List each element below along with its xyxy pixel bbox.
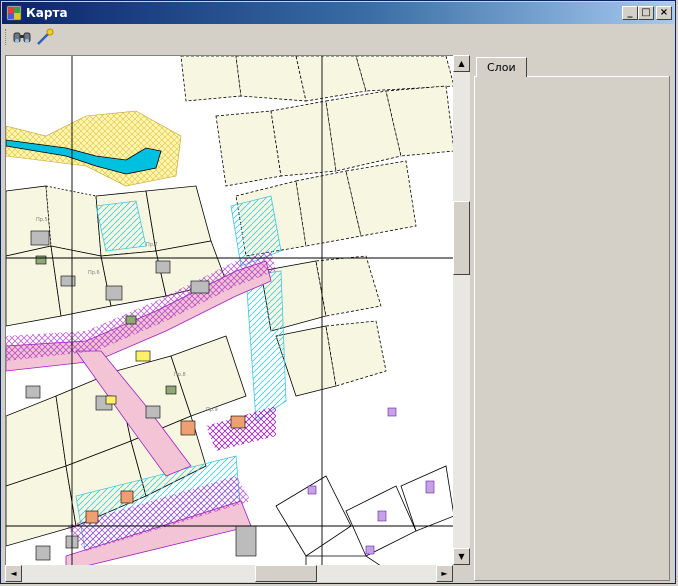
- binoculars-icon[interactable]: [12, 28, 32, 46]
- scroll-left-button[interactable]: ◄: [5, 565, 22, 582]
- parcel-label: Пр.9: [206, 407, 218, 413]
- parcel-label: Пр.7: [146, 242, 158, 248]
- parcel-label: Пр.5: [36, 217, 48, 223]
- vertical-scrollbar[interactable]: ▲ ▼: [453, 55, 470, 565]
- app-icon: [6, 5, 22, 21]
- toolbar: [2, 25, 674, 49]
- scroll-down-button[interactable]: ▼: [453, 548, 470, 565]
- map-canvas[interactable]: Пр.5 Пр.6 Пр.7 Пр.8 Пр.9: [5, 55, 454, 566]
- small-buildings-southeast: [307, 407, 435, 555]
- minimize-button[interactable]: _: [622, 6, 638, 20]
- maximize-button[interactable]: □: [638, 6, 654, 20]
- magic-wand-icon[interactable]: [35, 28, 55, 46]
- cadastral-map[interactable]: Пр.5 Пр.6 Пр.7 Пр.8 Пр.9: [6, 56, 454, 566]
- scroll-up-button[interactable]: ▲: [453, 55, 470, 72]
- close-button[interactable]: ×: [656, 6, 672, 20]
- scroll-right-button[interactable]: ►: [436, 565, 453, 582]
- scrollbar-corner: [453, 565, 470, 582]
- layers-tab-body: [474, 76, 670, 581]
- window-title: Карта: [26, 6, 68, 20]
- horizontal-scroll-thumb[interactable]: [255, 565, 317, 582]
- horizontal-scrollbar[interactable]: ◄ ►: [5, 565, 453, 582]
- toolbar-grip[interactable]: [5, 29, 9, 45]
- parcel-label: Пр.8: [174, 372, 186, 378]
- title-bar[interactable]: Карта _ □ ×: [2, 2, 674, 24]
- map-window: Карта _ □ × Пр.5 Пр.6 Пр.7 Пр.8 Пр.9 ▲ ▼…: [0, 0, 676, 584]
- vertical-scroll-thumb[interactable]: [453, 201, 470, 275]
- river-area: [6, 110, 182, 187]
- layers-panel: Слои: [474, 55, 670, 582]
- tab-layers[interactable]: Слои: [476, 57, 527, 77]
- layers-tab-strip: Слои: [474, 55, 670, 77]
- parcel-label: Пр.6: [88, 270, 100, 276]
